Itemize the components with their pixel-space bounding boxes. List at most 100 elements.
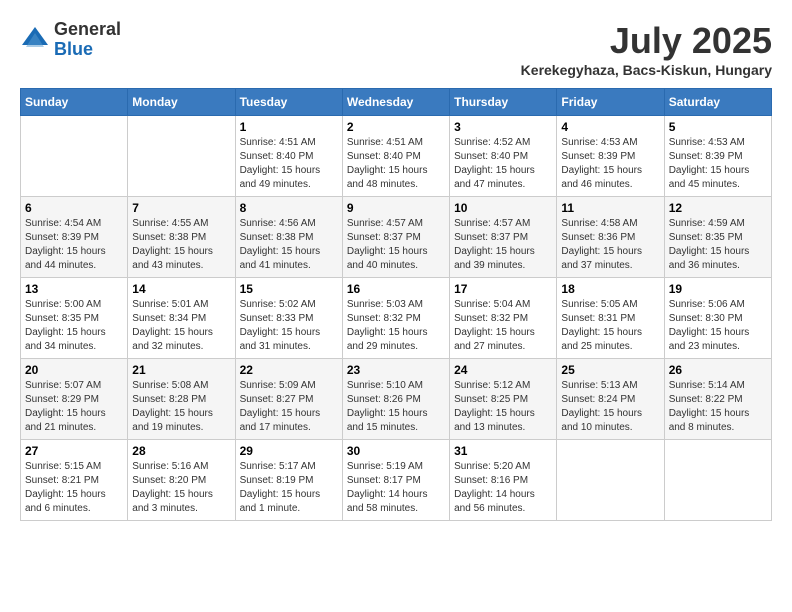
calendar-cell: 8 Sunrise: 4:56 AMSunset: 8:38 PMDayligh… <box>235 197 342 278</box>
day-header-tuesday: Tuesday <box>235 89 342 116</box>
day-number: 17 <box>454 282 552 296</box>
day-number: 4 <box>561 120 659 134</box>
day-number: 31 <box>454 444 552 458</box>
calendar-cell: 3 Sunrise: 4:52 AMSunset: 8:40 PMDayligh… <box>450 116 557 197</box>
day-info: Sunrise: 5:17 AMSunset: 8:19 PMDaylight:… <box>240 460 338 516</box>
day-number: 25 <box>561 363 659 377</box>
week-row-4: 20 Sunrise: 5:07 AMSunset: 8:29 PMDaylig… <box>21 359 772 440</box>
day-info: Sunrise: 4:52 AMSunset: 8:40 PMDaylight:… <box>454 136 552 192</box>
day-number: 23 <box>347 363 445 377</box>
week-row-1: 1 Sunrise: 4:51 AMSunset: 8:40 PMDayligh… <box>21 116 772 197</box>
day-header-wednesday: Wednesday <box>342 89 449 116</box>
title-block: July 2025 Kerekegyhaza, Bacs-Kiskun, Hun… <box>521 20 772 78</box>
day-number: 29 <box>240 444 338 458</box>
day-number: 7 <box>132 201 230 215</box>
day-number: 24 <box>454 363 552 377</box>
day-info: Sunrise: 5:01 AMSunset: 8:34 PMDaylight:… <box>132 298 230 354</box>
calendar-cell <box>557 440 664 521</box>
calendar-cell: 1 Sunrise: 4:51 AMSunset: 8:40 PMDayligh… <box>235 116 342 197</box>
calendar-cell: 5 Sunrise: 4:53 AMSunset: 8:39 PMDayligh… <box>664 116 771 197</box>
page-header: General Blue July 2025 Kerekegyhaza, Bac… <box>20 20 772 78</box>
week-row-5: 27 Sunrise: 5:15 AMSunset: 8:21 PMDaylig… <box>21 440 772 521</box>
calendar-cell: 6 Sunrise: 4:54 AMSunset: 8:39 PMDayligh… <box>21 197 128 278</box>
calendar-cell: 9 Sunrise: 4:57 AMSunset: 8:37 PMDayligh… <box>342 197 449 278</box>
calendar-cell: 31 Sunrise: 5:20 AMSunset: 8:16 PMDaylig… <box>450 440 557 521</box>
day-number: 28 <box>132 444 230 458</box>
day-info: Sunrise: 4:51 AMSunset: 8:40 PMDaylight:… <box>240 136 338 192</box>
day-info: Sunrise: 5:20 AMSunset: 8:16 PMDaylight:… <box>454 460 552 516</box>
calendar-cell <box>21 116 128 197</box>
day-number: 26 <box>669 363 767 377</box>
day-number: 5 <box>669 120 767 134</box>
day-info: Sunrise: 5:00 AMSunset: 8:35 PMDaylight:… <box>25 298 123 354</box>
calendar-cell: 11 Sunrise: 4:58 AMSunset: 8:36 PMDaylig… <box>557 197 664 278</box>
day-info: Sunrise: 4:59 AMSunset: 8:35 PMDaylight:… <box>669 217 767 273</box>
day-info: Sunrise: 5:03 AMSunset: 8:32 PMDaylight:… <box>347 298 445 354</box>
calendar-cell: 28 Sunrise: 5:16 AMSunset: 8:20 PMDaylig… <box>128 440 235 521</box>
day-info: Sunrise: 5:06 AMSunset: 8:30 PMDaylight:… <box>669 298 767 354</box>
calendar-cell: 17 Sunrise: 5:04 AMSunset: 8:32 PMDaylig… <box>450 278 557 359</box>
calendar-cell: 10 Sunrise: 4:57 AMSunset: 8:37 PMDaylig… <box>450 197 557 278</box>
day-info: Sunrise: 5:04 AMSunset: 8:32 PMDaylight:… <box>454 298 552 354</box>
calendar-cell: 18 Sunrise: 5:05 AMSunset: 8:31 PMDaylig… <box>557 278 664 359</box>
calendar-cell: 30 Sunrise: 5:19 AMSunset: 8:17 PMDaylig… <box>342 440 449 521</box>
day-info: Sunrise: 4:53 AMSunset: 8:39 PMDaylight:… <box>669 136 767 192</box>
calendar-cell: 2 Sunrise: 4:51 AMSunset: 8:40 PMDayligh… <box>342 116 449 197</box>
calendar-cell: 12 Sunrise: 4:59 AMSunset: 8:35 PMDaylig… <box>664 197 771 278</box>
calendar-cell: 7 Sunrise: 4:55 AMSunset: 8:38 PMDayligh… <box>128 197 235 278</box>
calendar-cell: 21 Sunrise: 5:08 AMSunset: 8:28 PMDaylig… <box>128 359 235 440</box>
day-number: 11 <box>561 201 659 215</box>
day-info: Sunrise: 5:09 AMSunset: 8:27 PMDaylight:… <box>240 379 338 435</box>
day-info: Sunrise: 4:54 AMSunset: 8:39 PMDaylight:… <box>25 217 123 273</box>
day-info: Sunrise: 5:19 AMSunset: 8:17 PMDaylight:… <box>347 460 445 516</box>
day-number: 30 <box>347 444 445 458</box>
calendar-cell: 13 Sunrise: 5:00 AMSunset: 8:35 PMDaylig… <box>21 278 128 359</box>
day-header-monday: Monday <box>128 89 235 116</box>
calendar-cell: 15 Sunrise: 5:02 AMSunset: 8:33 PMDaylig… <box>235 278 342 359</box>
day-info: Sunrise: 5:08 AMSunset: 8:28 PMDaylight:… <box>132 379 230 435</box>
day-number: 10 <box>454 201 552 215</box>
logo-blue-text: Blue <box>54 40 121 60</box>
day-number: 13 <box>25 282 123 296</box>
day-number: 2 <box>347 120 445 134</box>
calendar-cell: 26 Sunrise: 5:14 AMSunset: 8:22 PMDaylig… <box>664 359 771 440</box>
day-info: Sunrise: 5:16 AMSunset: 8:20 PMDaylight:… <box>132 460 230 516</box>
calendar-cell: 4 Sunrise: 4:53 AMSunset: 8:39 PMDayligh… <box>557 116 664 197</box>
calendar-cell: 16 Sunrise: 5:03 AMSunset: 8:32 PMDaylig… <box>342 278 449 359</box>
calendar-cell <box>128 116 235 197</box>
location: Kerekegyhaza, Bacs-Kiskun, Hungary <box>521 62 772 78</box>
day-info: Sunrise: 5:13 AMSunset: 8:24 PMDaylight:… <box>561 379 659 435</box>
month-title: July 2025 <box>521 20 772 62</box>
calendar-cell: 19 Sunrise: 5:06 AMSunset: 8:30 PMDaylig… <box>664 278 771 359</box>
day-info: Sunrise: 5:05 AMSunset: 8:31 PMDaylight:… <box>561 298 659 354</box>
day-info: Sunrise: 4:56 AMSunset: 8:38 PMDaylight:… <box>240 217 338 273</box>
day-number: 20 <box>25 363 123 377</box>
day-info: Sunrise: 5:07 AMSunset: 8:29 PMDaylight:… <box>25 379 123 435</box>
day-info: Sunrise: 5:15 AMSunset: 8:21 PMDaylight:… <box>25 460 123 516</box>
week-row-2: 6 Sunrise: 4:54 AMSunset: 8:39 PMDayligh… <box>21 197 772 278</box>
day-number: 8 <box>240 201 338 215</box>
header-row: SundayMondayTuesdayWednesdayThursdayFrid… <box>21 89 772 116</box>
calendar-cell: 23 Sunrise: 5:10 AMSunset: 8:26 PMDaylig… <box>342 359 449 440</box>
day-header-sunday: Sunday <box>21 89 128 116</box>
day-header-thursday: Thursday <box>450 89 557 116</box>
day-number: 6 <box>25 201 123 215</box>
calendar-table: SundayMondayTuesdayWednesdayThursdayFrid… <box>20 88 772 521</box>
calendar-cell: 14 Sunrise: 5:01 AMSunset: 8:34 PMDaylig… <box>128 278 235 359</box>
day-number: 15 <box>240 282 338 296</box>
week-row-3: 13 Sunrise: 5:00 AMSunset: 8:35 PMDaylig… <box>21 278 772 359</box>
calendar-cell: 25 Sunrise: 5:13 AMSunset: 8:24 PMDaylig… <box>557 359 664 440</box>
day-info: Sunrise: 5:10 AMSunset: 8:26 PMDaylight:… <box>347 379 445 435</box>
logo-text: General Blue <box>54 20 121 60</box>
logo: General Blue <box>20 20 121 60</box>
day-info: Sunrise: 5:14 AMSunset: 8:22 PMDaylight:… <box>669 379 767 435</box>
day-number: 16 <box>347 282 445 296</box>
logo-general-text: General <box>54 20 121 40</box>
day-number: 18 <box>561 282 659 296</box>
calendar-cell: 27 Sunrise: 5:15 AMSunset: 8:21 PMDaylig… <box>21 440 128 521</box>
day-number: 21 <box>132 363 230 377</box>
day-number: 3 <box>454 120 552 134</box>
day-number: 22 <box>240 363 338 377</box>
calendar-cell: 20 Sunrise: 5:07 AMSunset: 8:29 PMDaylig… <box>21 359 128 440</box>
logo-icon <box>20 25 50 55</box>
